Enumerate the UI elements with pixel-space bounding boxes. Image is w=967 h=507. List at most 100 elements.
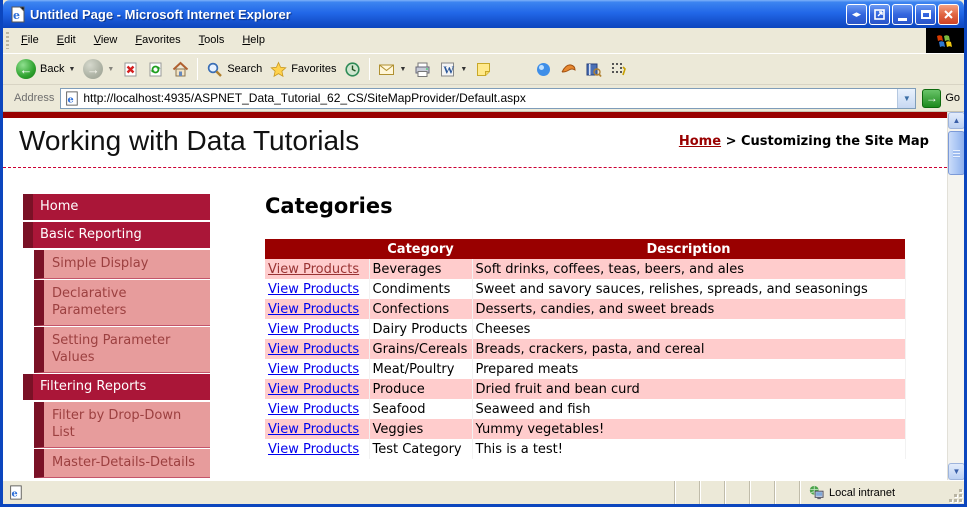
url-text[interactable]: http://localhost:4935/ASPNET_Data_Tutori… xyxy=(83,91,897,105)
address-label: Address xyxy=(14,92,55,104)
sidebar-item-simple-display[interactable]: Simple Display xyxy=(34,250,210,279)
scrollbar-thumb[interactable] xyxy=(948,131,964,175)
address-field[interactable]: e http://localhost:4935/ASPNET_Data_Tuto… xyxy=(60,87,917,109)
print-button[interactable] xyxy=(410,59,435,80)
quick-encode-button[interactable] xyxy=(606,59,631,80)
forward-button[interactable]: → ▼ xyxy=(79,57,118,81)
edit-dropdown-icon[interactable]: ▼ xyxy=(460,66,467,73)
edit-with-word-button[interactable]: W ▼ xyxy=(435,59,471,80)
sidebar-item-basic-reporting[interactable]: Basic Reporting xyxy=(23,222,210,248)
close-button[interactable] xyxy=(938,3,959,25)
addon-icon xyxy=(561,63,576,72)
table-row: View Products Dairy Products Cheeses xyxy=(265,319,906,339)
table-header-row: Category Description xyxy=(265,239,905,259)
view-products-link[interactable]: View Products xyxy=(268,342,359,357)
pop-out-icon xyxy=(874,8,885,20)
refresh-button[interactable] xyxy=(143,59,168,80)
stop-button[interactable] xyxy=(118,59,143,80)
status-page-icon: e xyxy=(10,485,22,500)
mail-button[interactable]: ▼ xyxy=(374,59,410,80)
column-header-blank xyxy=(265,239,369,259)
sidebar-item-master-details-details[interactable]: Master-Details-Details xyxy=(34,449,210,478)
maximize-button[interactable] xyxy=(915,3,936,25)
menu-edit[interactable]: Edit xyxy=(48,28,85,53)
table-row: View Products Seafood Seaweed and fish xyxy=(265,399,906,419)
sidebar-item-filtering-reports[interactable]: Filtering Reports xyxy=(23,374,210,400)
menu-file[interactable]: File xyxy=(12,28,48,53)
go-arrow-icon: → xyxy=(922,88,942,108)
go-button[interactable]: → Go xyxy=(922,88,960,108)
history-button[interactable] xyxy=(340,59,365,80)
scroll-up-button[interactable]: ▲ xyxy=(948,112,964,129)
categories-table: Category Description View Products Bever… xyxy=(265,239,906,459)
category-cell: Condiments xyxy=(369,279,473,299)
title-bar[interactable]: e Untitled Page - Microsoft Internet Exp… xyxy=(3,0,964,28)
browser-viewport: Working with Data Tutorials Home > Custo… xyxy=(3,112,964,480)
view-products-link[interactable]: View Products xyxy=(268,282,359,297)
breadcrumb: Home > Customizing the Site Map xyxy=(679,134,929,149)
view-products-link[interactable]: View Products xyxy=(268,362,359,377)
back-button[interactable]: ← Back ▼ xyxy=(12,57,79,81)
table-row: View Products Grains/Cereals Breads, cra… xyxy=(265,339,906,359)
view-products-link[interactable]: View Products xyxy=(268,302,359,317)
home-button[interactable] xyxy=(168,59,193,80)
address-bar: Address e http://localhost:4935/ASPNET_D… xyxy=(3,85,964,112)
status-bar: e Local intranet xyxy=(3,480,964,504)
category-cell: Test Category xyxy=(369,439,473,459)
svg-text:W: W xyxy=(444,64,455,76)
description-cell: Prepared meats xyxy=(472,359,906,379)
menu-favorites[interactable]: Favorites xyxy=(126,28,189,53)
messenger-button[interactable] xyxy=(531,59,556,80)
category-cell: Beverages xyxy=(369,259,473,279)
favorites-button[interactable]: Favorites xyxy=(266,59,340,80)
menu-view[interactable]: View xyxy=(85,28,127,53)
browser-window: e Untitled Page - Microsoft Internet Exp… xyxy=(0,0,967,507)
back-icon: ← xyxy=(16,59,36,79)
view-products-link[interactable]: View Products xyxy=(268,262,359,277)
view-products-link[interactable]: View Products xyxy=(268,382,359,397)
menu-help[interactable]: Help xyxy=(233,28,274,53)
vertical-scrollbar[interactable]: ▲ ▼ xyxy=(947,112,964,480)
view-products-link[interactable]: View Products xyxy=(268,322,359,337)
resize-grip[interactable] xyxy=(949,481,964,504)
search-button[interactable]: Search xyxy=(202,59,266,80)
scroll-down-button[interactable]: ▼ xyxy=(948,463,964,480)
svg-text:e: e xyxy=(12,488,18,499)
category-cell: Produce xyxy=(369,379,473,399)
site-title: Working with Data Tutorials xyxy=(19,125,360,156)
research-button[interactable] xyxy=(581,59,606,80)
view-products-link[interactable]: View Products xyxy=(268,442,359,457)
column-header-category: Category xyxy=(369,239,472,259)
pane-split-button[interactable]: ◂▸ xyxy=(846,3,867,25)
menu-tools[interactable]: Tools xyxy=(190,28,234,53)
page-header: Working with Data Tutorials Home > Custo… xyxy=(3,118,947,168)
notes-button[interactable] xyxy=(471,59,496,80)
breadcrumb-home-link[interactable]: Home xyxy=(679,134,721,149)
rebar-grip[interactable] xyxy=(6,32,9,49)
category-cell: Seafood xyxy=(369,399,473,419)
address-dropdown-button[interactable]: ▼ xyxy=(897,88,916,108)
sidebar-item-filter-by-dropdown-list[interactable]: Filter by Drop-Down List xyxy=(34,402,210,448)
svg-text:e: e xyxy=(68,94,74,105)
page-favicon: e xyxy=(66,90,79,106)
view-products-link[interactable]: View Products xyxy=(268,402,359,417)
view-products-link[interactable]: View Products xyxy=(268,422,359,437)
category-cell: Meat/Poultry xyxy=(369,359,473,379)
addon-button[interactable] xyxy=(556,59,581,80)
search-label: Search xyxy=(227,63,263,75)
minimize-icon xyxy=(898,17,907,21)
pop-out-button[interactable] xyxy=(869,3,890,25)
table-row: View Products Beverages Soft drinks, cof… xyxy=(265,259,906,279)
description-cell: Cheeses xyxy=(472,319,906,339)
sidebar-item-declarative-parameters[interactable]: Declarative Parameters xyxy=(34,280,210,326)
status-pane xyxy=(749,481,774,504)
description-cell: Dried fruit and bean curd xyxy=(472,379,906,399)
back-label: Back xyxy=(40,63,65,75)
minimize-button[interactable] xyxy=(892,3,913,25)
sidebar-item-home[interactable]: Home xyxy=(23,194,210,220)
print-icon xyxy=(415,62,430,77)
description-cell: Seaweed and fish xyxy=(472,399,906,419)
back-dropdown-icon[interactable]: ▼ xyxy=(68,66,75,73)
sidebar-item-setting-parameter-values[interactable]: Setting Parameter Values xyxy=(34,327,210,373)
mail-dropdown-icon[interactable]: ▼ xyxy=(399,66,406,73)
